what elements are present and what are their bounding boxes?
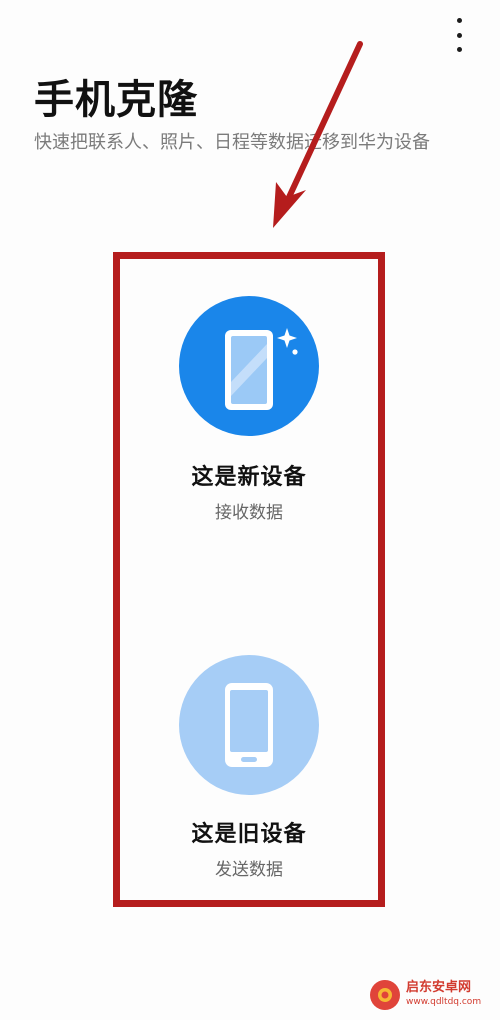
watermark-text-group: 启东安卓网 www.qdltdq.com <box>406 981 481 1009</box>
old-device-option[interactable]: 这是旧设备 发送数据 <box>120 655 378 880</box>
more-menu-button[interactable] <box>448 18 470 52</box>
more-vertical-icon <box>456 18 462 23</box>
more-vertical-icon-dot <box>456 32 462 38</box>
watermark-text: 启东安卓网 <box>406 980 472 995</box>
annotation-arrow-icon <box>273 41 363 228</box>
old-device-description: 发送数据 <box>215 860 283 880</box>
more-vertical-icon-dot <box>456 47 462 52</box>
phone-clone-screen: 手机克隆 快速把联系人、照片、日程等数据迁移到华为设备 这是新设备 接收数据 这… <box>0 0 500 1020</box>
new-device-description: 接收数据 <box>215 503 283 523</box>
watermark-logo-icon <box>370 980 400 1010</box>
old-device-title: 这是旧设备 <box>191 822 307 847</box>
watermark: 启东安卓网 www.qdltdq.com <box>370 975 496 1015</box>
page-subtitle: 快速把联系人、照片、日程等数据迁移到华为设备 <box>34 132 430 153</box>
page-title: 手机克隆 <box>34 77 198 123</box>
watermark-url: www.qdltdq.com <box>406 997 482 1007</box>
old-phone-icon <box>179 655 319 795</box>
new-device-title: 这是新设备 <box>191 465 307 490</box>
new-device-option[interactable]: 这是新设备 接收数据 <box>120 296 378 528</box>
new-phone-sparkle-icon <box>179 296 319 436</box>
